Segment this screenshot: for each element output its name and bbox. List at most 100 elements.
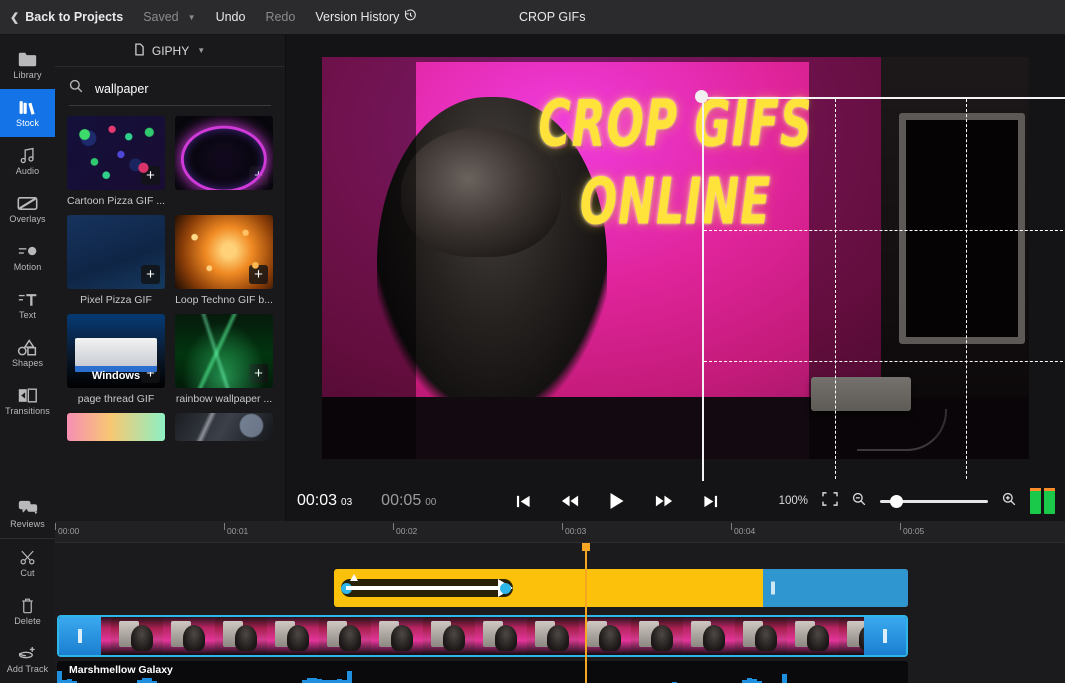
slider-knob[interactable] <box>890 495 903 508</box>
preview-stage: CROP GIFS ONLINE <box>286 35 1065 518</box>
sidebar-label: Transitions <box>5 407 50 416</box>
music-note-icon <box>18 147 37 164</box>
zoom-slider[interactable] <box>880 500 988 503</box>
clip-drag-handle-right[interactable] <box>500 583 511 594</box>
zoom-out-button[interactable] <box>852 492 866 511</box>
overlay-icon <box>17 195 38 212</box>
windows-thumb-label: Windows <box>67 370 165 382</box>
search-section <box>55 67 285 106</box>
delete-button[interactable]: Delete <box>0 587 55 635</box>
gif-result-item[interactable] <box>67 413 165 441</box>
add-gif-button[interactable]: + <box>249 364 268 383</box>
video-preview[interactable]: CROP GIFS ONLINE <box>322 57 1029 459</box>
clip-grip-icon <box>78 629 82 643</box>
undo-button[interactable]: Undo <box>216 10 246 24</box>
sidebar-item-motion[interactable]: Motion <box>0 233 55 281</box>
current-time: 00:03 <box>297 492 337 510</box>
gif-thumbnail[interactable]: + <box>175 314 273 388</box>
gif-result-item[interactable]: + Cartoon Pizza GIF ... <box>67 116 165 207</box>
video-keyboard-object <box>811 377 911 411</box>
timeline-ruler[interactable]: 00:00 00:01 00:02 00:03 00:04 00:05 <box>55 521 1065 543</box>
gif-thumbnail[interactable]: + <box>67 116 165 190</box>
crop-handle-top-left[interactable] <box>695 90 708 103</box>
timeline-clip-gif-tail[interactable] <box>763 569 908 607</box>
sidebar-item-stock[interactable]: Stock <box>0 89 55 137</box>
gif-caption: page thread GIF <box>67 393 165 405</box>
back-to-projects-button[interactable]: ❮ Back to Projects <box>10 10 123 24</box>
add-gif-button[interactable]: + <box>141 166 160 185</box>
search-icon <box>69 79 83 98</box>
chevron-down-icon: ▼ <box>197 46 205 55</box>
gif-caption: Loop Techno GIF b... <box>175 294 273 306</box>
sidebar-item-reviews[interactable]: Reviews <box>0 490 55 538</box>
gif-caption: rainbow wallpaper ... <box>175 393 273 405</box>
add-gif-button[interactable]: + <box>249 265 268 284</box>
total-timecode: 00:05 00 <box>381 492 436 510</box>
gif-thumbnail[interactable]: + <box>175 215 273 289</box>
sidebar-label: Audio <box>16 167 40 176</box>
gif-result-item[interactable]: + rainbow wallpaper ... <box>175 314 273 405</box>
top-toolbar: ❮ Back to Projects Saved ▼ Undo Redo Ver… <box>0 0 1065 35</box>
current-timecode: 00:03 03 <box>297 492 352 510</box>
play-button[interactable] <box>609 492 625 510</box>
fullscreen-button[interactable] <box>822 492 838 511</box>
gif-result-item[interactable]: + Loop Techno GIF b... <box>175 215 273 306</box>
sidebar-label: Text <box>19 311 36 320</box>
sidebar-item-text[interactable]: Text <box>0 281 55 329</box>
add-track-button[interactable]: Add Track <box>0 635 55 683</box>
sidebar-item-library[interactable]: Library <box>0 41 55 89</box>
ruler-tick-label: 00:02 <box>396 526 417 536</box>
sidebar-item-transitions[interactable]: Transitions <box>0 377 55 425</box>
add-gif-button[interactable]: + <box>249 166 268 185</box>
filmstrip <box>59 617 906 655</box>
saved-status: Saved <box>143 10 178 24</box>
waveform-bar <box>782 674 787 683</box>
gif-thumbnail[interactable]: + <box>175 116 273 190</box>
sidebar-label: Stock <box>16 119 39 128</box>
clip-drag-arrow-icon <box>346 586 511 590</box>
gif-result-item[interactable]: Windows + page thread GIF <box>67 314 165 405</box>
stock-source-dropdown[interactable]: GIPHY ▼ <box>55 35 285 67</box>
sidebar-label: Overlays <box>9 215 45 224</box>
chevron-down-icon[interactable]: ▼ <box>188 13 196 22</box>
transport-bar: 00:03 03 00:05 00 100% <box>286 481 1065 521</box>
gif-result-item[interactable] <box>175 413 273 441</box>
search-input[interactable] <box>95 82 255 96</box>
clip-trim-handle-right[interactable] <box>864 617 906 655</box>
gif-result-item[interactable]: + <box>175 116 273 207</box>
sidebar-label: Delete <box>14 617 41 626</box>
redo-button[interactable]: Redo <box>265 10 295 24</box>
playhead-handle[interactable] <box>582 543 590 551</box>
zoom-in-button[interactable] <box>1002 492 1016 511</box>
sidebar-item-overlays[interactable]: Overlays <box>0 185 55 233</box>
gif-thumbnail[interactable]: + <box>67 215 165 289</box>
playback-controls <box>516 492 718 510</box>
overlay-text-line-2: ONLINE <box>322 166 1029 240</box>
clip-trim-handle-left[interactable] <box>59 617 101 655</box>
gif-thumbnail[interactable] <box>67 413 165 441</box>
add-track-icon <box>18 645 37 662</box>
version-history-button[interactable]: Version History <box>315 9 417 25</box>
sidebar-item-audio[interactable]: Audio <box>0 137 55 185</box>
history-clock-icon <box>404 9 417 25</box>
chat-bubbles-icon <box>18 500 38 517</box>
gif-thumbnail[interactable] <box>175 413 273 441</box>
gif-result-item[interactable]: + Pixel Pizza GIF <box>67 215 165 306</box>
gif-thumbnail[interactable]: Windows + <box>67 314 165 388</box>
sidebar-item-shapes[interactable]: Shapes <box>0 329 55 377</box>
clip-caret-icon <box>350 574 358 581</box>
trash-icon <box>20 597 35 614</box>
skip-to-end-button[interactable] <box>703 494 718 509</box>
timeline-clip-gif[interactable] <box>334 569 908 607</box>
timeline-clip-video[interactable] <box>57 615 908 657</box>
folder-icon <box>18 51 37 68</box>
ruler-tick-label: 00:04 <box>734 526 755 536</box>
timeline-playhead[interactable] <box>585 543 587 683</box>
rewind-button[interactable] <box>561 494 579 508</box>
fast-forward-button[interactable] <box>655 494 673 508</box>
timeline-clip-audio[interactable]: Marshmellow Galaxy <box>57 661 908 683</box>
cut-button[interactable]: Cut <box>0 539 55 587</box>
view-controls: 100% <box>779 488 1055 514</box>
add-gif-button[interactable]: + <box>141 265 160 284</box>
skip-to-start-button[interactable] <box>516 494 531 509</box>
